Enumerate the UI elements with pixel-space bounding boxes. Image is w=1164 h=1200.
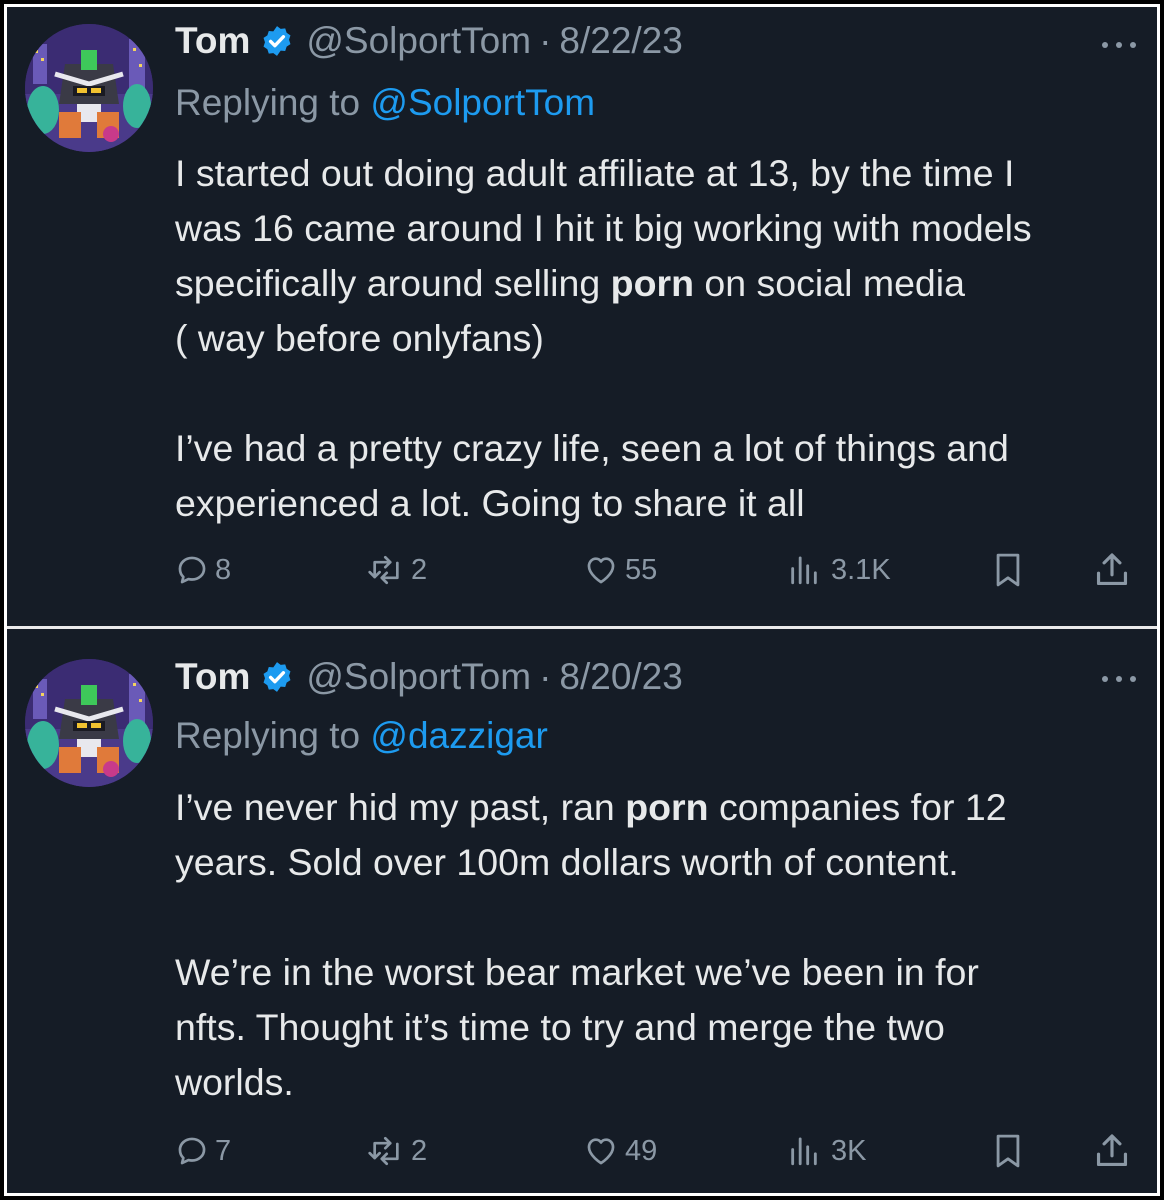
reply-count: 7 — [215, 1134, 232, 1167]
tweet-text: I started out doing adult affiliate at 1… — [175, 146, 1150, 531]
reply-button[interactable]: 7 — [175, 1126, 231, 1176]
bookmark-icon — [996, 553, 1020, 587]
text-line: years. Sold over 100m dollars worth of c… — [175, 841, 959, 883]
repost-icon — [368, 1136, 399, 1166]
bookmark-icon — [996, 1134, 1020, 1168]
views-button[interactable]: 3.1K — [787, 545, 891, 595]
replying-to: Replying to @dazzigar — [175, 715, 548, 757]
tweet-text: I’ve never hid my past, ran porn compani… — [175, 780, 1150, 1110]
replying-to-label: Replying to — [175, 82, 361, 123]
screenshot-frame: Tom @SolportTom · 8/22/23 Replying to @S… — [4, 4, 1160, 1196]
bold-keyword: porn — [610, 262, 694, 304]
heart-icon — [587, 1138, 615, 1165]
reply-button[interactable]: 8 — [175, 545, 231, 595]
repost-count: 2 — [411, 1134, 428, 1167]
text-line: I started out doing adult affiliate at 1… — [175, 152, 1015, 194]
share-icon — [1096, 553, 1128, 586]
bookmark-button[interactable] — [991, 1126, 1025, 1176]
text-line: I’ve never hid my past, ran porn compani… — [175, 786, 1007, 828]
text-line: worlds. — [175, 1061, 294, 1103]
views-icon — [791, 556, 817, 585]
action-bar: 8 2 55 3.1K — [175, 545, 1150, 595]
like-button[interactable]: 55 — [583, 545, 657, 595]
more-options-icon[interactable] — [1099, 35, 1139, 55]
separator-dot: · — [539, 20, 552, 61]
tweet-header: Tom @SolportTom · 8/22/23 — [175, 19, 683, 63]
text-line: experienced a lot. Going to share it all — [175, 482, 805, 524]
text-line: was 16 came around I hit it big working … — [175, 207, 1032, 249]
text-line: ( way before onlyfans) — [175, 317, 544, 359]
reply-icon — [178, 556, 206, 584]
verified-badge-icon — [263, 662, 291, 692]
text-line: We’re in the worst bear market we’ve bee… — [175, 951, 979, 993]
share-button[interactable] — [1093, 1126, 1131, 1176]
bookmark-button[interactable] — [991, 545, 1025, 595]
views-button[interactable]: 3K — [787, 1126, 866, 1176]
repost-button[interactable]: 2 — [367, 545, 427, 595]
robot-avatar-icon — [25, 24, 153, 152]
tweet[interactable]: Tom @SolportTom · 8/22/23 Replying to @S… — [7, 7, 1157, 627]
separator-dot: · — [539, 656, 552, 697]
tweet-date[interactable]: 8/20/23 — [559, 656, 682, 698]
more-options-icon[interactable] — [1099, 669, 1139, 689]
repost-icon — [368, 555, 399, 585]
avatar[interactable] — [25, 24, 153, 152]
like-count: 49 — [625, 1134, 658, 1167]
heart-icon — [587, 557, 615, 584]
views-icon — [791, 1137, 817, 1166]
tweet-date[interactable]: 8/22/23 — [559, 20, 682, 62]
like-button[interactable]: 49 — [583, 1126, 657, 1176]
reply-mention-link[interactable]: @SolportTom — [370, 82, 595, 123]
author-name[interactable]: Tom — [175, 20, 250, 62]
text-line: I’ve had a pretty crazy life, seen a lot… — [175, 427, 1009, 469]
like-count: 55 — [625, 553, 658, 586]
tweet[interactable]: Tom @SolportTom · 8/20/23 Replying to @d… — [7, 629, 1157, 1193]
views-count: 3K — [831, 1134, 867, 1167]
repost-button[interactable]: 2 — [367, 1126, 427, 1176]
share-button[interactable] — [1093, 545, 1131, 595]
bold-keyword: porn — [625, 786, 709, 828]
views-count: 3.1K — [831, 553, 891, 586]
share-icon — [1096, 1134, 1128, 1167]
action-bar: 7 2 49 3K — [175, 1126, 1150, 1176]
author-handle[interactable]: @SolportTom — [306, 20, 531, 62]
robot-avatar-icon — [25, 659, 153, 787]
reply-mention-link[interactable]: @dazzigar — [370, 715, 547, 756]
reply-count: 8 — [215, 553, 232, 586]
replying-to-label: Replying to — [175, 715, 361, 756]
verified-badge-icon — [263, 26, 291, 56]
reply-icon — [178, 1137, 206, 1165]
tweet-header: Tom @SolportTom · 8/20/23 — [175, 655, 683, 699]
author-name[interactable]: Tom — [175, 656, 250, 698]
replying-to: Replying to @SolportTom — [175, 82, 595, 124]
repost-count: 2 — [411, 553, 428, 586]
text-line: specifically around selling porn on soci… — [175, 262, 965, 304]
author-handle[interactable]: @SolportTom — [306, 656, 531, 698]
text-line: nfts. Thought it’s time to try and merge… — [175, 1006, 945, 1048]
avatar[interactable] — [25, 659, 153, 787]
